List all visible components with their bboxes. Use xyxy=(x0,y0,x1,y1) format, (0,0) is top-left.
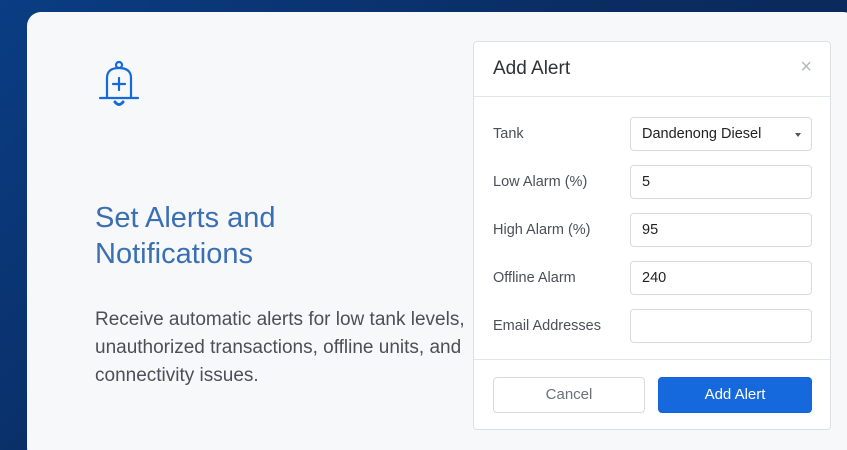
low-alarm-row: Low Alarm (%) 5 xyxy=(493,165,813,201)
tank-select-value: Dandenong Diesel xyxy=(642,126,762,142)
add-alert-button[interactable]: Add Alert xyxy=(658,377,812,413)
high-alarm-row: High Alarm (%) 95 xyxy=(493,213,813,249)
tank-select[interactable]: Dandenong Diesel xyxy=(630,117,812,151)
add-alert-dialog: Add Alert × Tank Dandenong Diesel Low Al… xyxy=(473,41,831,430)
high-alarm-input[interactable]: 95 xyxy=(630,213,812,247)
low-alarm-label: Low Alarm (%) xyxy=(493,174,588,190)
tank-row: Tank Dandenong Diesel xyxy=(493,117,813,153)
bell-plus-icon xyxy=(97,60,141,116)
offline-alarm-label: Offline Alarm xyxy=(493,270,576,286)
email-addresses-input[interactable] xyxy=(630,309,812,343)
low-alarm-input[interactable]: 5 xyxy=(630,165,812,199)
close-icon[interactable]: × xyxy=(800,57,812,77)
offline-alarm-input[interactable]: 240 xyxy=(630,261,812,295)
chevron-down-icon xyxy=(795,133,801,137)
dialog-header: Add Alert × xyxy=(474,42,830,97)
email-addresses-label: Email Addresses xyxy=(493,318,601,334)
feature-title: Set Alerts and Notifications xyxy=(95,202,276,270)
dialog-title: Add Alert xyxy=(493,58,571,79)
feature-description: Receive automatic alerts for low tank le… xyxy=(95,309,465,386)
email-addresses-row: Email Addresses xyxy=(493,309,813,345)
cancel-button[interactable]: Cancel xyxy=(493,377,645,413)
high-alarm-label: High Alarm (%) xyxy=(493,222,591,238)
dialog-footer: Cancel Add Alert xyxy=(474,359,830,429)
offline-alarm-row: Offline Alarm 240 xyxy=(493,261,813,297)
tank-label: Tank xyxy=(493,126,524,142)
